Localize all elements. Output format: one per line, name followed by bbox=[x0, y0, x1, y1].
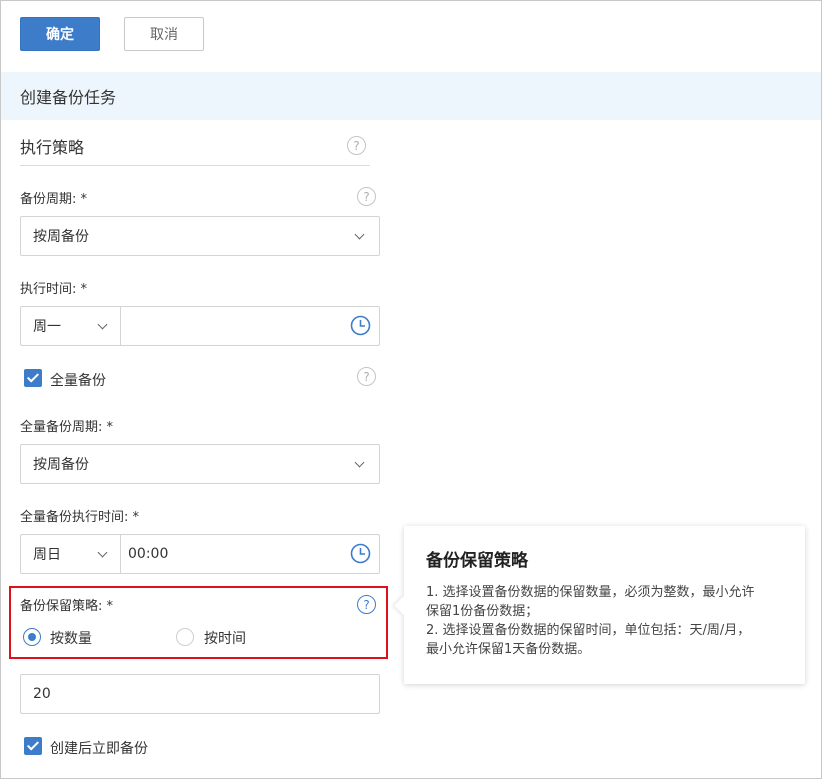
retention-help-popover: 备份保留策略 1. 选择设置备份数据的保留数量，必须为整数，最小允许 保留1份备… bbox=[394, 526, 805, 684]
clock-icon[interactable] bbox=[350, 543, 371, 564]
full-exec-time-label: 全量备份执行时间: * bbox=[20, 510, 140, 525]
policy-help-icon[interactable]: ? bbox=[347, 136, 366, 155]
popover-line: 2. 选择设置备份数据的保留时间，单位包括：天/周/月， bbox=[426, 623, 751, 638]
retention-value-input[interactable]: 20 bbox=[20, 674, 380, 714]
retention-time-radio[interactable] bbox=[176, 628, 194, 646]
full-cycle-select[interactable]: 按周备份 bbox=[20, 444, 380, 484]
chevron-down-icon bbox=[97, 319, 108, 330]
clock-icon[interactable] bbox=[350, 315, 371, 336]
full-cycle-value: 按周备份 bbox=[33, 457, 89, 473]
retention-count-label: 按数量 bbox=[50, 631, 92, 647]
full-backup-label: 全量备份 bbox=[50, 373, 106, 389]
full-backup-checkbox[interactable] bbox=[24, 369, 42, 387]
backup-cycle-help-icon[interactable]: ? bbox=[357, 187, 376, 206]
backup-cycle-value: 按周备份 bbox=[33, 229, 89, 245]
chevron-down-icon bbox=[354, 229, 365, 240]
popover-line: 保留1份备份数据； bbox=[426, 604, 539, 619]
chevron-down-icon bbox=[97, 547, 108, 558]
confirm-button[interactable]: 确定 bbox=[20, 17, 100, 51]
popover-title: 备份保留策略 bbox=[426, 551, 528, 571]
popover-line: 1. 选择设置备份数据的保留数量，必须为整数，最小允许 bbox=[426, 585, 755, 600]
full-cycle-label: 全量备份周期: * bbox=[20, 420, 114, 435]
exec-time-field: 周一 bbox=[20, 306, 380, 346]
cancel-button[interactable]: 取消 bbox=[124, 17, 204, 51]
exec-day-value: 周一 bbox=[33, 319, 61, 335]
policy-title: 执行策略 bbox=[20, 127, 370, 166]
retention-value: 20 bbox=[33, 686, 51, 702]
chevron-down-icon bbox=[354, 457, 365, 468]
retention-label: 备份保留策略: * bbox=[20, 599, 114, 614]
exec-day-select[interactable]: 周一 bbox=[21, 307, 121, 345]
retention-help-icon[interactable]: ? bbox=[357, 595, 376, 614]
section-header: 创建备份任务 bbox=[1, 72, 821, 120]
backup-cycle-label: 备份周期: * bbox=[20, 192, 88, 207]
full-exec-time-input[interactable]: 00:00 bbox=[128, 535, 168, 573]
full-backup-help-icon[interactable]: ? bbox=[357, 367, 376, 386]
popover-line: 最小允许保留1天备份数据。 bbox=[426, 642, 591, 657]
immediate-backup-label: 创建后立即备份 bbox=[50, 741, 148, 757]
full-exec-time-field: 周日 00:00 bbox=[20, 534, 380, 574]
immediate-backup-checkbox[interactable] bbox=[24, 737, 42, 755]
exec-time-label: 执行时间: * bbox=[20, 282, 88, 297]
retention-time-label: 按时间 bbox=[204, 631, 246, 647]
full-exec-day-value: 周日 bbox=[33, 547, 61, 563]
full-exec-day-select[interactable]: 周日 bbox=[21, 535, 121, 573]
backup-cycle-select[interactable]: 按周备份 bbox=[20, 216, 380, 256]
retention-count-radio[interactable] bbox=[23, 628, 41, 646]
section-title: 创建备份任务 bbox=[20, 88, 117, 107]
